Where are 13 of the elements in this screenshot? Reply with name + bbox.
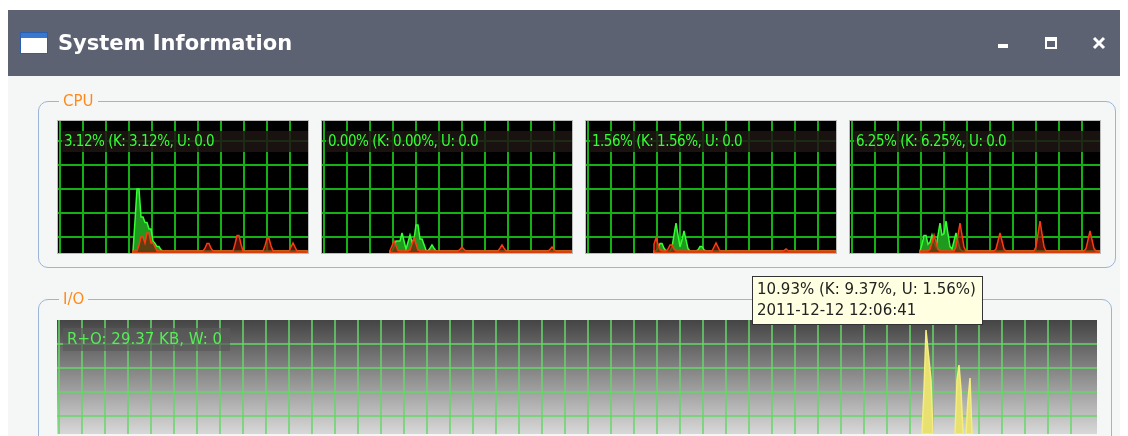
group-label: CPU <box>62 92 95 110</box>
cpu-reading: 1.56% (K: 1.56%, U: 0.0 <box>590 131 836 152</box>
io-reading: R+O: 29.37 KB, W: 0 <box>63 328 231 351</box>
cpu-reading: 3.12% (K: 3.12%, U: 0.0 <box>62 131 308 152</box>
cpu-reading: 6.25% (K: 6.25%, U: 0.0 <box>854 131 1100 152</box>
tooltip-text: 2011-12-12 12:06:41 <box>757 300 918 321</box>
window-icon <box>20 32 48 54</box>
window-title: System Information <box>58 31 294 55</box>
cpu-reading: 0.00% (K: 0.00%, U: 0.0 <box>326 131 572 152</box>
group-label: I/O <box>62 290 86 308</box>
tooltip-text: 10.93% (K: 9.37%, U: 1.56%) <box>757 279 976 300</box>
maximize-icon[interactable] <box>1044 36 1058 50</box>
close-icon[interactable] <box>1092 36 1106 50</box>
